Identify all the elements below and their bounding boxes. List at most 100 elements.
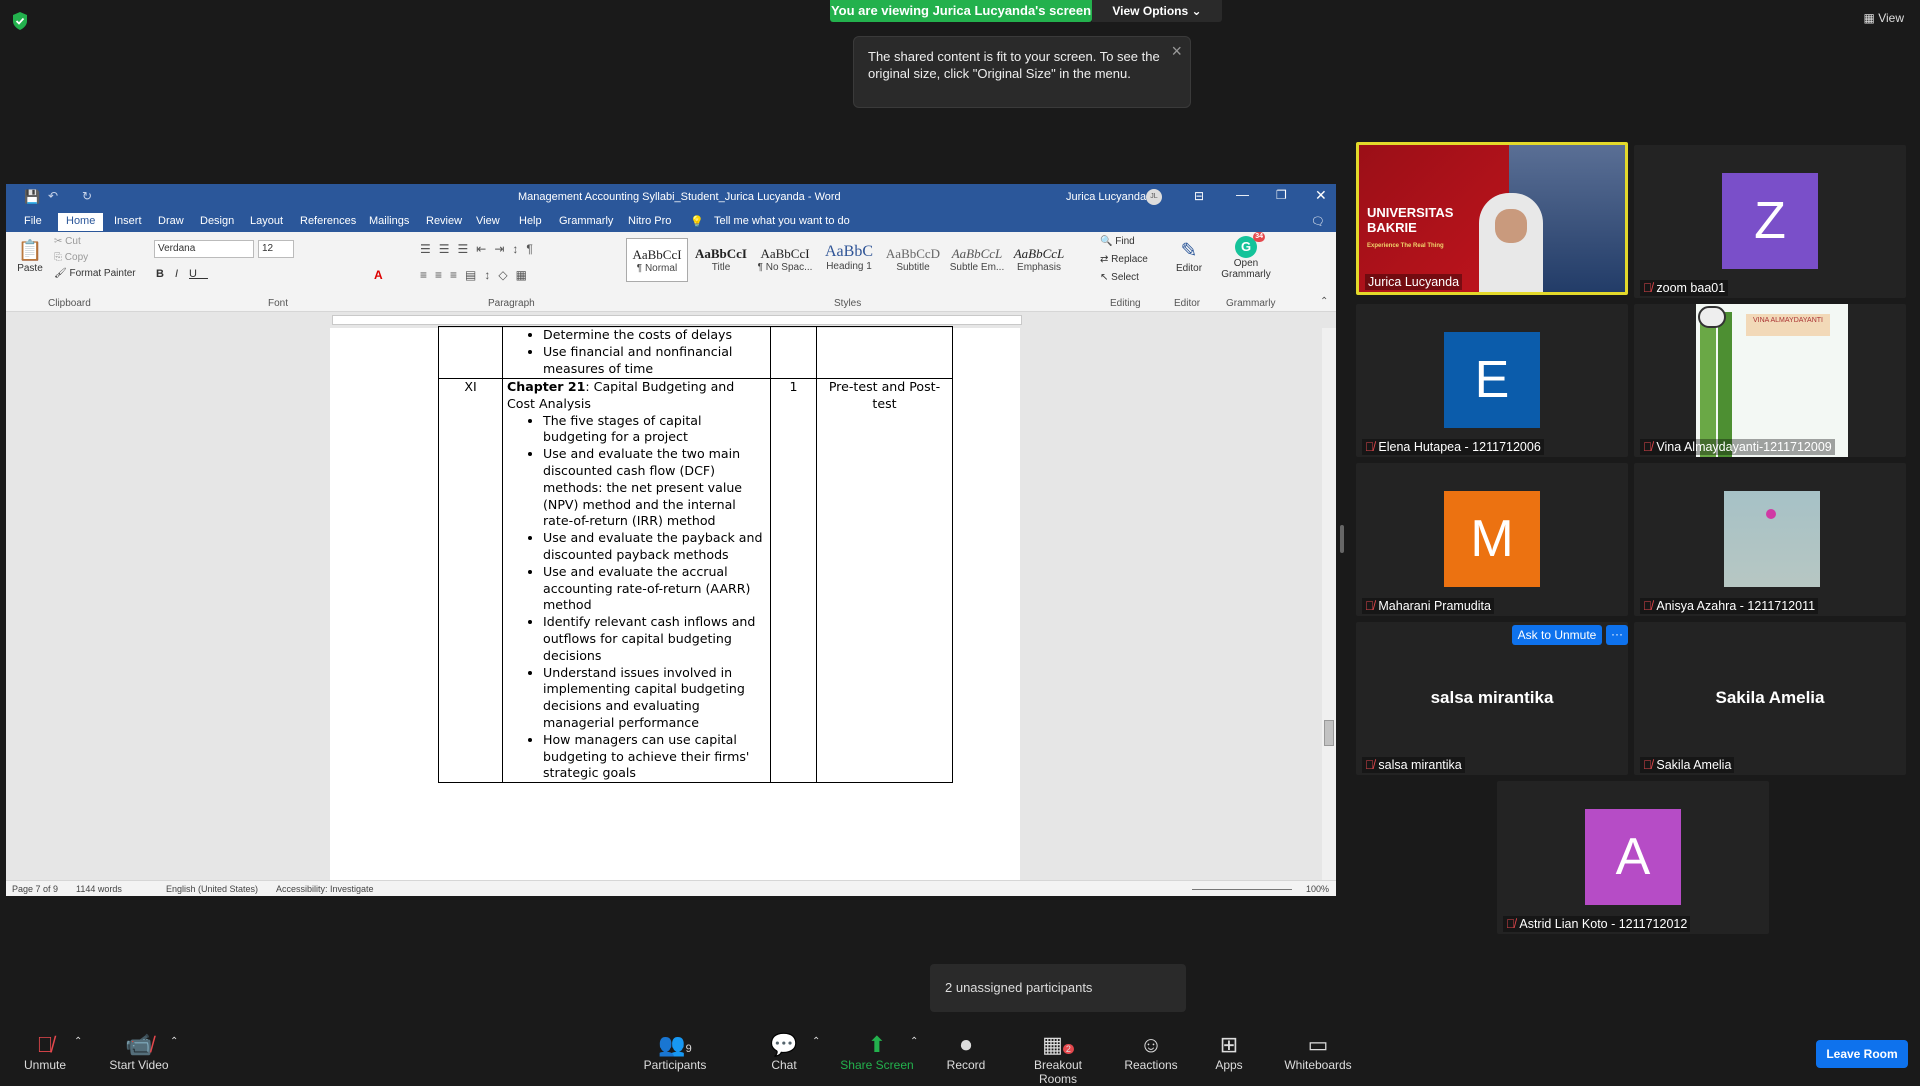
style-heading-1[interactable]: AaBbC Heading 1 (818, 238, 880, 282)
tab-draw[interactable]: Draw (158, 215, 184, 227)
select-button[interactable]: ↖ Select (1100, 272, 1139, 283)
tell-me-search[interactable]: Tell me what you want to do (714, 215, 850, 227)
tab-mailings[interactable]: Mailings (369, 215, 409, 227)
view-options-button[interactable]: View Options ⌄ (1092, 0, 1222, 22)
styles-group-label: Styles (834, 298, 862, 309)
whiteboards-button[interactable]: ▭ Whiteboards (1282, 1032, 1354, 1072)
style-emphasis[interactable]: AaBbCcL Emphasis (1008, 238, 1070, 282)
participant-tile[interactable]: VINA ALMAYDAYANTI 🎙̸ Vina Almaydayanti-12… (1634, 304, 1906, 457)
tab-home[interactable]: Home (58, 213, 104, 231)
unmute-button[interactable]: 🎙̸ Unmute (22, 1032, 68, 1072)
style-no-spacing[interactable]: AaBbCcI ¶ No Spac... (754, 238, 816, 282)
participant-name: zoom baa01 (1656, 281, 1726, 295)
participant-tile[interactable]: Sakila Amelia 🎙̸ Sakila Amelia (1634, 622, 1906, 775)
breakout-rooms-button[interactable]: ▦ 2 Breakout Rooms (1014, 1032, 1102, 1086)
page-count[interactable]: Page 7 of 9 (12, 884, 58, 894)
minimize-icon[interactable]: — (1236, 187, 1249, 202)
participant-name: Astrid Lian Koto - 1211712012 (1519, 917, 1688, 931)
participant-tile-active-speaker[interactable]: UNIVERSITAS BAKRIE Experience The Real Thi… (1356, 142, 1628, 295)
share-screen-icon: ⬆ (867, 1032, 887, 1057)
participant-tile[interactable]: M 🎙̸ Maharani Pramudita (1356, 463, 1628, 616)
participants-count: 9 (685, 1043, 692, 1055)
reactions-button[interactable]: ☺ Reactions (1124, 1032, 1178, 1072)
tab-file[interactable]: File (24, 215, 42, 227)
view-layout-button[interactable]: ▦ View (1864, 11, 1904, 25)
leave-room-button[interactable]: Leave Room (1816, 1040, 1908, 1068)
panda-icon (1698, 306, 1726, 328)
style-normal[interactable]: AaBbCcI ¶ Normal (626, 238, 688, 282)
ribbon-display-icon[interactable]: ⊟ (1194, 189, 1204, 203)
format-painter-button[interactable]: 🖌 Format Painter (54, 268, 136, 279)
open-grammarly-button[interactable]: G 34 Open Grammarly (1218, 232, 1274, 280)
ask-to-unmute-button[interactable]: Ask to Unmute (1512, 625, 1602, 645)
scrollbar-thumb[interactable] (1324, 720, 1334, 746)
zoom-level[interactable]: 100% (1306, 884, 1329, 894)
user-avatar[interactable]: JL (1146, 189, 1162, 205)
style-title[interactable]: AaBbCcI Title (690, 238, 752, 282)
participant-tile[interactable]: Z 🎙̸ zoom baa01 (1634, 145, 1906, 298)
collapse-ribbon-icon[interactable]: ⌃ (1320, 296, 1328, 307)
document-page[interactable]: Determine the costs of delays Use financ… (330, 326, 1020, 880)
language-status[interactable]: English (United States) (166, 884, 258, 894)
style-subtle-emphasis[interactable]: AaBbCcL Subtle Em... (946, 238, 1008, 282)
align-buttons[interactable]: ≡≡≡▤↕◇▦ (420, 268, 535, 282)
panel-splitter[interactable] (1340, 525, 1344, 553)
list-item: Use financial and nonfinancial measures … (543, 344, 766, 378)
close-icon[interactable]: × (1171, 42, 1182, 60)
save-icon[interactable]: 💾 (24, 189, 40, 205)
apps-button[interactable]: ⊞ Apps (1212, 1032, 1246, 1072)
close-icon[interactable]: ✕ (1315, 187, 1327, 204)
chevron-up-icon[interactable]: ⌃ (812, 1036, 820, 1047)
participants-button[interactable]: 👥9 Participants (640, 1032, 710, 1072)
participant-name-tag: 🎙̸ Vina Almaydayanti-1211712009 (1640, 439, 1835, 455)
comments-icon[interactable]: 🗨 (1311, 215, 1325, 228)
tab-design[interactable]: Design (200, 215, 234, 227)
more-options-button[interactable]: ··· (1606, 625, 1628, 645)
participant-tile[interactable]: E 🎙̸ Elena Hutapea - 1211712006 (1356, 304, 1628, 457)
tab-insert[interactable]: Insert (114, 215, 142, 227)
font-color-icon[interactable]: A (374, 268, 383, 282)
chevron-down-icon: ⌄ (1191, 4, 1202, 18)
tab-references[interactable]: References (300, 215, 356, 227)
tab-nitro-pro[interactable]: Nitro Pro (628, 215, 671, 227)
participant-tile[interactable]: 🎙̸ Anisya Azahra - 1211712011 (1634, 463, 1906, 616)
tab-view[interactable]: View (476, 215, 500, 227)
font-family-select[interactable]: Verdana (154, 240, 254, 258)
tab-layout[interactable]: Layout (250, 215, 283, 227)
chevron-up-icon[interactable]: ⌃ (910, 1036, 918, 1047)
undo-icon[interactable]: ↶ (48, 189, 58, 203)
style-subtitle[interactable]: AaBbCcD Subtitle (882, 238, 944, 282)
accessibility-status[interactable]: Accessibility: Investigate (276, 884, 374, 894)
zoom-slider[interactable] (1192, 889, 1292, 890)
chevron-up-icon[interactable]: ⌃ (170, 1036, 178, 1047)
tab-help[interactable]: Help (519, 215, 542, 227)
word-status-bar: Page 7 of 9 1144 words English (United S… (6, 880, 1336, 896)
replace-button[interactable]: ⇄ Replace (1100, 254, 1148, 265)
open-grammarly-label: Open Grammarly (1221, 258, 1271, 280)
font-size-select[interactable]: 12 (258, 240, 294, 258)
vertical-scrollbar[interactable] (1322, 328, 1336, 880)
editor-button[interactable]: ✎ Editor (1172, 238, 1206, 274)
word-count[interactable]: 1144 words (76, 884, 122, 894)
font-format-buttons[interactable]: BIU (156, 268, 208, 280)
security-shield-icon[interactable] (12, 12, 28, 30)
tab-grammarly[interactable]: Grammarly (559, 215, 613, 227)
find-button[interactable]: 🔍 Find (1100, 236, 1135, 247)
participant-tile[interactable]: A 🎙̸ Astrid Lian Koto - 1211712012 (1497, 781, 1769, 934)
list-buttons[interactable]: ☰☰☰⇤⇥↕¶ (420, 242, 541, 256)
restore-icon[interactable]: ❐ (1276, 188, 1287, 202)
syllabus-table: Determine the costs of delays Use financ… (438, 326, 953, 784)
redo-icon[interactable]: ↻ (82, 189, 92, 203)
chevron-up-icon[interactable]: ⌃ (74, 1036, 82, 1047)
tab-review[interactable]: Review (426, 215, 462, 227)
copy-button[interactable]: ⎘ Copy (54, 252, 88, 263)
style-name: Title (711, 262, 731, 273)
chat-button[interactable]: 💬 Chat (766, 1032, 802, 1072)
record-button[interactable]: ⏺ Record (944, 1032, 988, 1072)
share-screen-button[interactable]: ⬆ Share Screen (840, 1032, 914, 1072)
cut-button[interactable]: ✂ Cut (54, 236, 81, 247)
list-item: Understand issues involved in implementi… (543, 665, 766, 732)
unassigned-participants-notice[interactable]: 2 unassigned participants (930, 964, 1186, 1012)
start-video-button[interactable]: 📹̸ Start Video (106, 1032, 172, 1072)
paste-button[interactable]: 📋 Paste (16, 238, 44, 274)
